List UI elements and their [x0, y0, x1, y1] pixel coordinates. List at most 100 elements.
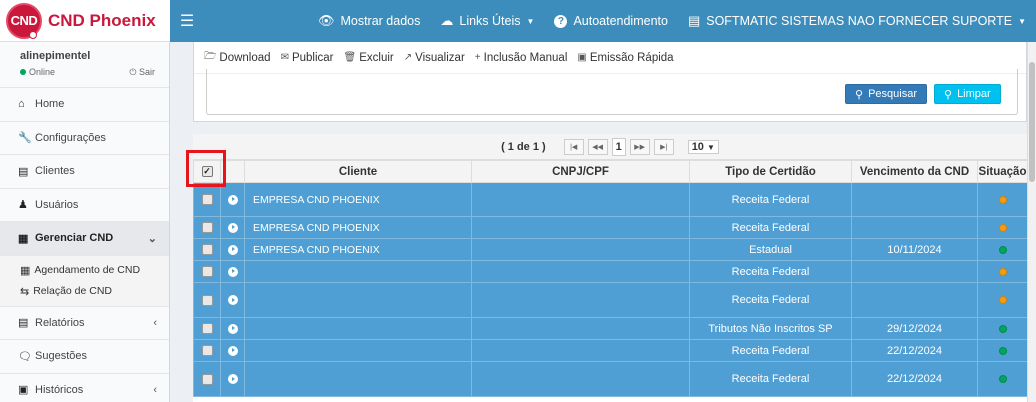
- calendar-icon: ▦: [20, 264, 31, 277]
- next-page-button[interactable]: ▶▶: [629, 138, 650, 155]
- expiry-cell: 29/12/2024: [851, 317, 978, 340]
- search-button[interactable]: ⚲ Pesquisar: [845, 84, 927, 104]
- expand-row-icon[interactable]: [227, 266, 238, 277]
- table-row[interactable]: Receita Federal: [193, 282, 1028, 318]
- sidebar-item-clientes[interactable]: ▤ Clientes: [0, 155, 169, 189]
- row-checkbox[interactable]: [201, 373, 213, 385]
- table-row[interactable]: Tributos Não Inscritos SP 29/12/2024: [193, 317, 1028, 340]
- table-row[interactable]: EMPRESA CND PHOENIX Receita Federal: [193, 182, 1028, 217]
- row-checkbox[interactable]: [201, 345, 213, 357]
- status-indicator-icon[interactable]: [998, 267, 1007, 276]
- sidebar-item-usuarios[interactable]: ♟ Usuários: [0, 189, 169, 222]
- clear-button[interactable]: ⚲ Limpar: [934, 84, 1001, 104]
- certificate-type-cell: Receita Federal: [689, 216, 852, 239]
- user-panel: alinepimentel Online ⏻ Sair: [0, 42, 169, 88]
- chevron-left-icon: ‹: [153, 316, 157, 329]
- scrollbar-thumb[interactable]: [1029, 62, 1035, 182]
- submenu-item-relacao[interactable]: ⇆ Relação de CND: [20, 281, 169, 302]
- cnpj-cell: [471, 361, 690, 397]
- logo[interactable]: CND CND Phoenix: [0, 0, 170, 42]
- expand-row-icon[interactable]: [227, 295, 238, 306]
- logout-link[interactable]: ⏻ Sair: [129, 67, 155, 78]
- main-content: 🗁 Download ✉ Publicar 🗑 Excluir ↗ Visualizar…: [185, 42, 1028, 402]
- client-cell: [244, 282, 472, 318]
- status-indicator-icon[interactable]: [998, 375, 1007, 384]
- sidebar-item-gerenciar-cnd[interactable]: ▦ Gerenciar CND ⌄: [0, 222, 169, 256]
- expand-row-icon[interactable]: [227, 222, 238, 233]
- view-action[interactable]: ↗ Visualizar: [404, 52, 465, 64]
- table-row[interactable]: Receita Federal 22/12/2024: [193, 361, 1028, 397]
- status-indicator-icon[interactable]: [998, 245, 1007, 254]
- sidebar-item-sugestoes[interactable]: 🗨 Sugestões: [0, 340, 169, 374]
- home-icon: ⌂: [18, 98, 25, 111]
- sidebar-item-label: Sugestões: [35, 350, 87, 363]
- self-service-link[interactable]: ? Autoatendimento: [544, 0, 678, 42]
- row-expand-cell: [220, 182, 245, 217]
- logo-badge-text: CND: [10, 13, 38, 28]
- row-checkbox[interactable]: [201, 323, 213, 335]
- prev-page-button[interactable]: ◀◀: [587, 138, 608, 155]
- client-cell: [244, 317, 472, 340]
- expiry-header[interactable]: Vencimento da CND: [851, 160, 978, 183]
- cnpj-header[interactable]: CNPJ/CPF: [471, 160, 690, 183]
- client-header[interactable]: Cliente: [244, 160, 472, 183]
- row-select-cell: [193, 339, 221, 362]
- cnpj-cell: [471, 260, 690, 283]
- rows-per-page-select[interactable]: 10 ▼: [687, 139, 719, 154]
- cnpj-cell: [471, 238, 690, 261]
- table-row[interactable]: EMPRESA CND PHOENIX Receita Federal: [193, 216, 1028, 239]
- status-indicator-icon[interactable]: [998, 346, 1007, 355]
- status-indicator-icon[interactable]: [998, 324, 1007, 333]
- useful-links-dropdown[interactable]: ☁ Links Úteis ▼: [430, 0, 544, 42]
- chevron-down-icon: ▼: [707, 142, 715, 152]
- quick-issue-action[interactable]: ▣ Emissão Rápida: [577, 52, 673, 64]
- certificate-type-header[interactable]: Tipo de Certidão: [689, 160, 852, 183]
- row-checkbox[interactable]: [201, 222, 213, 234]
- expand-row-icon[interactable]: [227, 244, 238, 255]
- plus-icon: +: [474, 52, 481, 63]
- expand-row-icon[interactable]: [227, 323, 238, 334]
- sidebar-item-configuracoes[interactable]: 🔧 Configurações: [0, 122, 169, 155]
- client-cell: [244, 361, 472, 397]
- current-page[interactable]: 1: [611, 137, 626, 156]
- external-link-icon: ↗: [403, 52, 413, 63]
- sidebar-item-historicos[interactable]: ▣ Históricos ‹: [0, 374, 169, 402]
- download-action[interactable]: 🗁 Download: [204, 49, 271, 66]
- scrollbar[interactable]: [1027, 42, 1036, 402]
- row-checkbox[interactable]: [201, 266, 213, 278]
- status-cell: [977, 182, 1028, 217]
- row-checkbox[interactable]: [201, 294, 213, 306]
- cnpj-cell: [471, 282, 690, 318]
- client-cell: EMPRESA CND PHOENIX: [244, 238, 472, 261]
- hamburger-icon[interactable]: ☰: [172, 11, 202, 31]
- submenu-item-agendamento[interactable]: ▦ Agendamento de CND: [20, 260, 169, 281]
- status-indicator-icon[interactable]: [998, 223, 1007, 232]
- row-checkbox[interactable]: [201, 194, 213, 206]
- table-row[interactable]: EMPRESA CND PHOENIX Estadual 10/11/2024: [193, 238, 1028, 261]
- status-indicator-icon[interactable]: [998, 195, 1007, 204]
- expand-row-icon[interactable]: [227, 374, 238, 385]
- manual-include-action[interactable]: + Inclusão Manual: [475, 52, 568, 64]
- chevron-down-icon: ⌄: [147, 232, 157, 245]
- expand-row-icon[interactable]: [227, 194, 238, 205]
- last-page-button[interactable]: ▶|: [653, 138, 674, 155]
- table-row[interactable]: Receita Federal: [193, 260, 1028, 283]
- expand-row-icon[interactable]: [227, 345, 238, 356]
- row-checkbox[interactable]: [201, 244, 213, 256]
- expiry-cell: [851, 282, 978, 318]
- sidebar-item-relatorios[interactable]: ▤ Relatórios ‹: [0, 307, 169, 340]
- table-row[interactable]: Receita Federal 22/12/2024: [193, 339, 1028, 362]
- row-expand-cell: [220, 339, 245, 362]
- table-header-row: ✓ Cliente CNPJ/CPF Tipo de Certidão Venc…: [193, 160, 1028, 183]
- cnd-table: ✓ Cliente CNPJ/CPF Tipo de Certidão Venc…: [193, 160, 1028, 397]
- publish-action[interactable]: ✉ Publicar: [281, 52, 334, 64]
- delete-action[interactable]: 🗑 Excluir: [344, 52, 394, 64]
- company-dropdown[interactable]: ▤ SOFTMATIC SISTEMAS NAO FORNECER SUPORTE…: [678, 0, 1036, 42]
- status-indicator-icon[interactable]: [998, 296, 1007, 305]
- sidebar-item-home[interactable]: ⌂ Home: [0, 88, 169, 122]
- status-header[interactable]: Situação: [977, 160, 1028, 183]
- first-page-button[interactable]: |◀: [563, 138, 584, 155]
- status-cell: [977, 361, 1028, 397]
- expiry-cell: [851, 216, 978, 239]
- show-data-link[interactable]: 👁 Mostrar dados: [308, 0, 430, 42]
